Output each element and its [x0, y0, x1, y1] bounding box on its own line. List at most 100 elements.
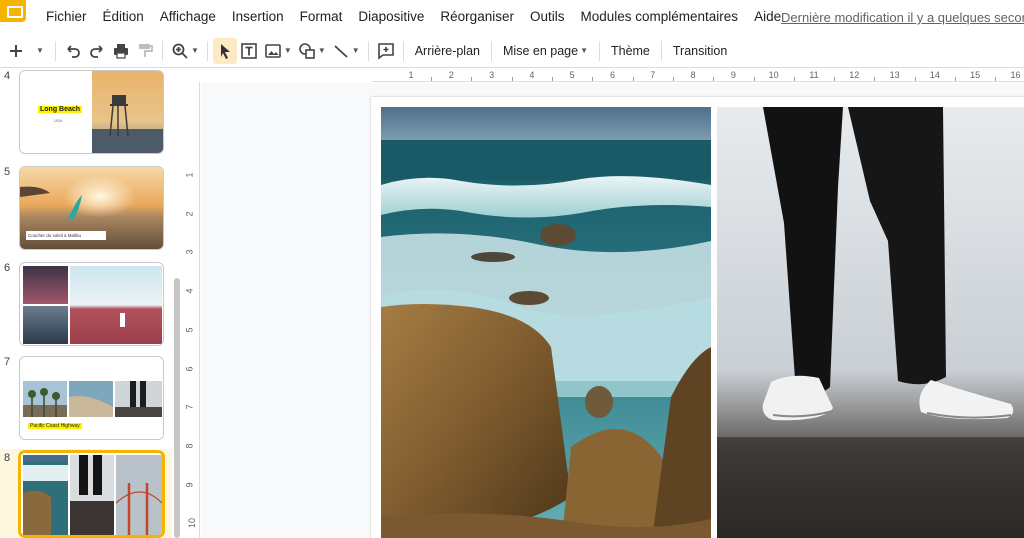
ruler-minor-tick [552, 77, 554, 81]
paint-format-button[interactable] [133, 38, 157, 64]
slide-number: 6 [4, 262, 11, 274]
ruler-minor-tick [592, 77, 594, 81]
toolbar-divider [162, 40, 163, 61]
menu-arrange[interactable]: Réorganiser [432, 9, 522, 24]
caret-down-icon: ▼ [191, 46, 199, 55]
toolbar-divider [660, 40, 662, 61]
ruler-minor-tick [511, 77, 513, 81]
layout-button-label: Mise en page [503, 43, 579, 58]
menu-tools[interactable]: Outils [522, 9, 573, 24]
insert-image-button[interactable]: ▼ [261, 38, 295, 64]
ruler-tick-label: 10 [768, 70, 779, 80]
menu-slide[interactable]: Diapositive [350, 9, 432, 24]
text-box-button[interactable] [237, 38, 261, 64]
ruler-tick-label: 14 [929, 70, 940, 80]
zoom-icon [172, 43, 188, 59]
ruler-tick-label: 8 [690, 70, 696, 80]
layout-button[interactable]: Mise en page ▼ [497, 38, 594, 64]
last-edit-link[interactable]: Dernière modification il y a quelques se… [781, 10, 1024, 25]
ruler-tick-label: 5 [186, 327, 195, 332]
ruler-tick-label: 12 [849, 70, 860, 80]
person-sneakers-photo [717, 107, 1024, 538]
ruler-tick-label: 16 [1010, 70, 1021, 80]
ruler-tick-label: 13 [889, 70, 900, 80]
ruler-minor-tick [874, 77, 876, 81]
toolbar-divider [402, 40, 404, 61]
caret-down-icon: ▼ [580, 46, 588, 55]
shape-button[interactable]: ▼ [295, 38, 329, 64]
line-button[interactable]: ▼ [329, 38, 363, 64]
filmstrip-scrollbar-thumb[interactable] [174, 278, 180, 538]
sea-rocks-photo [381, 107, 711, 538]
new-slide-button[interactable] [4, 38, 28, 64]
menu-format[interactable]: Format [292, 9, 351, 24]
slide-thumbnail-5[interactable]: Coucher du soleil à Malibu [19, 166, 164, 250]
ruler-minor-tick [995, 77, 997, 81]
menu-view[interactable]: Affichage [152, 9, 224, 24]
transition-button[interactable]: Transition [667, 38, 733, 64]
select-tool-button[interactable] [212, 37, 237, 64]
shapes-icon [299, 42, 315, 59]
ruler-tick-label: 1 [408, 70, 414, 80]
theme-button[interactable]: Thème [605, 38, 656, 64]
zoom-button[interactable]: ▼ [168, 38, 202, 64]
menu-insert[interactable]: Insertion [224, 9, 292, 24]
caret-down-icon: ▼ [351, 46, 360, 55]
slide-5-caption: Coucher du soleil à Malibu [26, 231, 106, 240]
cursor-arrow-icon [220, 43, 230, 59]
ruler-minor-tick [914, 77, 916, 81]
ruler-minor-tick [955, 77, 957, 81]
ruler-tick-label: 7 [650, 70, 656, 80]
slide-content [381, 107, 1024, 538]
slide-thumbnail-8[interactable] [19, 451, 164, 537]
ruler-tick-label: 6 [609, 70, 616, 80]
image-icon [265, 43, 281, 58]
menu-edit[interactable]: Édition [95, 9, 152, 24]
caret-down-icon: ▼ [36, 46, 44, 55]
ruler-tick-label: 6 [186, 366, 195, 371]
toolbar: ▼ ▼ ▼ ▼ ▼ Arrière-plan Mise en page ▼ Th… [0, 34, 1024, 68]
ruler-tick-label: 15 [970, 70, 981, 80]
menu-addons[interactable]: Modules complémentaires [572, 9, 746, 24]
add-comment-button[interactable] [374, 38, 398, 64]
slide-7-caption: Pacific Coast Highway [28, 423, 82, 429]
slide-8-preview [23, 455, 162, 535]
toolbar-divider [55, 40, 56, 61]
current-slide[interactable] [371, 97, 1024, 538]
ruler-tick-label: 8 [186, 443, 195, 448]
ruler-tick-label: 1 [186, 172, 195, 177]
slide-4-subcaption: USA [54, 118, 63, 123]
vertical-ruler[interactable]: 1 2 3 4 5 6 7 8 9 10 [186, 82, 200, 538]
toolbar-divider [598, 40, 600, 61]
slides-logo-icon[interactable] [0, 0, 26, 22]
ruler-tick-label: 10 [187, 518, 198, 529]
text-box-icon [241, 42, 257, 59]
print-button[interactable] [109, 38, 133, 64]
toolbar-divider [491, 40, 492, 61]
caret-down-icon: ▼ [283, 46, 292, 55]
redo-button[interactable] [85, 38, 109, 64]
background-button[interactable]: Arrière-plan [409, 38, 486, 64]
toolbar-divider [367, 40, 369, 61]
ruler-tick-label: 5 [569, 70, 575, 80]
ruler-tick-label: 4 [186, 289, 195, 294]
slide-filmstrip: 4 Long Beach USA 5 Coucher du soleil à M… [0, 68, 186, 538]
ruler-tick-label: 2 [186, 211, 195, 216]
slide-4-caption: Long Beach [38, 106, 83, 113]
ruler-minor-tick [632, 77, 634, 81]
ruler-minor-tick [793, 77, 795, 81]
ruler-tick-label: 2 [448, 70, 454, 80]
slide-thumbnail-4[interactable]: Long Beach USA [19, 70, 164, 154]
menu-list: Fichier Édition Affichage Insertion Form… [38, 9, 789, 24]
redo-icon [90, 44, 103, 58]
slide-thumbnail-6[interactable] [19, 262, 164, 346]
add-comment-icon [377, 42, 394, 60]
ruler-tick-label: 9 [186, 482, 195, 487]
paint-roller-icon [139, 43, 153, 57]
menu-file[interactable]: Fichier [38, 9, 95, 24]
caret-down-icon: ▼ [317, 46, 326, 55]
undo-button[interactable] [61, 38, 85, 64]
new-slide-dropdown[interactable]: ▼ [28, 38, 50, 64]
horizontal-ruler[interactable]: 1 2 3 4 5 6 7 8 9 10 11 12 13 14 15 16 [372, 68, 1024, 82]
slide-thumbnail-7[interactable]: Pacific Coast Highway [19, 356, 164, 440]
